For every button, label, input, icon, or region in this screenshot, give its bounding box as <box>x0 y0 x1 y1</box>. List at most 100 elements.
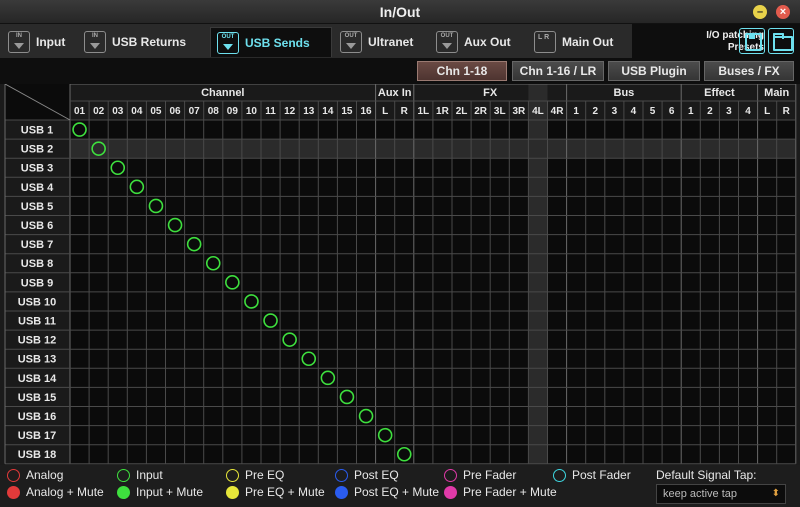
row-header: USB 14 <box>18 373 57 385</box>
input-mute-dot-icon <box>117 485 130 499</box>
row-header: USB 7 <box>21 239 53 251</box>
column-header: 06 <box>169 106 181 117</box>
post-eq-mute-dot-icon <box>335 485 348 499</box>
usb-returns-icon: IN <box>84 31 106 53</box>
tab-ultranet[interactable]: OUT Ultranet <box>334 27 430 57</box>
row-header: USB 1 <box>21 125 53 137</box>
analog-ring-icon <box>7 468 20 482</box>
legend: Analog Input Pre EQ Post EQ Pre Fader Po… <box>0 465 800 507</box>
routing-matrix: Channel Aux In FX Bus Effect Main 01 02 03 04 05 06… <box>4 84 797 465</box>
column-header: 16 <box>360 106 372 117</box>
column-header: 09 <box>227 106 239 117</box>
column-header: 2 <box>707 106 713 117</box>
chn-1-18-button[interactable]: Chn 1-18 <box>417 61 507 81</box>
legend-pre-fader-mute: Pre Fader + Mute <box>444 485 557 499</box>
legend-post-fader: Post Fader <box>553 468 631 482</box>
window-title: In/Out <box>379 4 421 20</box>
input-icon: IN <box>8 31 30 53</box>
column-header: 08 <box>208 106 220 117</box>
post-fader-ring-icon <box>553 468 566 482</box>
tab-label: Input <box>36 35 66 49</box>
tab-input[interactable]: IN Input <box>2 27 74 57</box>
legend-post-eq-mute: Post EQ + Mute <box>335 485 439 499</box>
column-header: 07 <box>189 106 201 117</box>
column-header: 4 <box>745 106 751 117</box>
minimize-icon[interactable]: – <box>753 5 767 19</box>
usb-plugin-button[interactable]: USB Plugin <box>608 61 700 81</box>
tab-main-out[interactable]: L R Main Out <box>528 27 628 57</box>
updown-arrow-icon: ⬍ <box>771 488 780 499</box>
tab-label: Main Out <box>562 35 614 49</box>
post-eq-ring-icon <box>335 468 348 482</box>
tab-label: Aux Out <box>464 35 511 49</box>
row-header: USB 18 <box>18 449 57 461</box>
tab-usb-sends[interactable]: OUT USB Sends <box>210 27 332 57</box>
close-icon[interactable]: × <box>776 5 790 19</box>
column-header: L <box>764 106 770 117</box>
legend-pre-eq-mute: Pre EQ + Mute <box>226 485 325 499</box>
column-header: 11 <box>265 106 276 117</box>
row-header: USB 17 <box>18 430 57 442</box>
row-header: USB 2 <box>21 144 53 156</box>
legend-pre-fader: Pre Fader <box>444 468 516 482</box>
tab-label: USB Sends <box>245 35 310 50</box>
column-header: 1L <box>418 106 430 117</box>
column-header: 1R <box>436 106 450 117</box>
main-out-icon: L R <box>534 31 556 53</box>
pre-eq-mute-dot-icon <box>226 485 239 499</box>
legend-post-eq: Post EQ <box>335 468 399 482</box>
column-header: 14 <box>322 106 334 117</box>
buses-fx-button[interactable]: Buses / FX <box>704 61 794 81</box>
row-header: USB 10 <box>18 296 57 308</box>
source-bar: Chn 1-18 Chn 1-16 / LR USB Plugin Buses … <box>0 58 800 84</box>
column-header: R <box>401 106 409 117</box>
column-header: 2R <box>474 106 488 117</box>
tab-label: Ultranet <box>368 35 414 49</box>
row-header: USB 12 <box>18 335 57 347</box>
row-header: USB 9 <box>21 277 53 289</box>
row-header: USB 4 <box>21 182 54 194</box>
column-header: 04 <box>131 106 143 117</box>
column-header: 3L <box>494 106 506 117</box>
aux-out-icon: OUT <box>436 31 458 53</box>
group-header: FX <box>483 87 498 99</box>
group-header: Bus <box>614 87 635 99</box>
pre-fader-ring-icon <box>444 468 457 482</box>
column-header: 4L <box>532 106 544 117</box>
title-bar: In/Out – × <box>0 0 800 24</box>
column-header: 10 <box>246 106 258 117</box>
tab-usb-returns[interactable]: IN USB Returns <box>78 27 206 57</box>
tab-aux-out[interactable]: OUT Aux Out <box>430 27 530 57</box>
save-preset-icon[interactable] <box>739 28 765 54</box>
row-header: USB 8 <box>21 258 53 270</box>
legend-input: Input <box>117 468 163 482</box>
column-header: 2 <box>592 106 598 117</box>
column-header: 1 <box>573 106 579 117</box>
column-header: 6 <box>669 106 675 117</box>
row-header: USB 13 <box>18 354 57 366</box>
legend-analog: Analog <box>7 468 63 482</box>
group-header: Channel <box>201 87 244 99</box>
column-header: 4R <box>551 106 565 117</box>
group-header: Aux In <box>378 87 412 99</box>
open-folder-icon[interactable] <box>768 28 794 54</box>
legend-pre-eq: Pre EQ <box>226 468 284 482</box>
column-header: L <box>382 106 388 117</box>
column-header: 3R <box>512 106 526 117</box>
column-header: 5 <box>650 106 656 117</box>
row-header: USB 11 <box>18 316 56 328</box>
row-header: USB 6 <box>21 220 53 232</box>
pre-eq-ring-icon <box>226 468 239 482</box>
pre-fader-mute-dot-icon <box>444 485 457 499</box>
usb-sends-icon: OUT <box>217 31 239 54</box>
analog-mute-dot-icon <box>7 485 20 499</box>
default-tap-select[interactable]: keep active tap ⬍ <box>656 484 786 504</box>
column-header: 15 <box>341 106 353 117</box>
group-header: Main <box>764 87 789 99</box>
column-header: 12 <box>284 106 296 117</box>
column-header: 02 <box>93 106 105 117</box>
row-header: USB 3 <box>21 163 53 175</box>
chn-1-16-lr-button[interactable]: Chn 1-16 / LR <box>512 61 604 81</box>
column-header: 4 <box>631 106 637 117</box>
input-ring-icon <box>117 468 130 482</box>
